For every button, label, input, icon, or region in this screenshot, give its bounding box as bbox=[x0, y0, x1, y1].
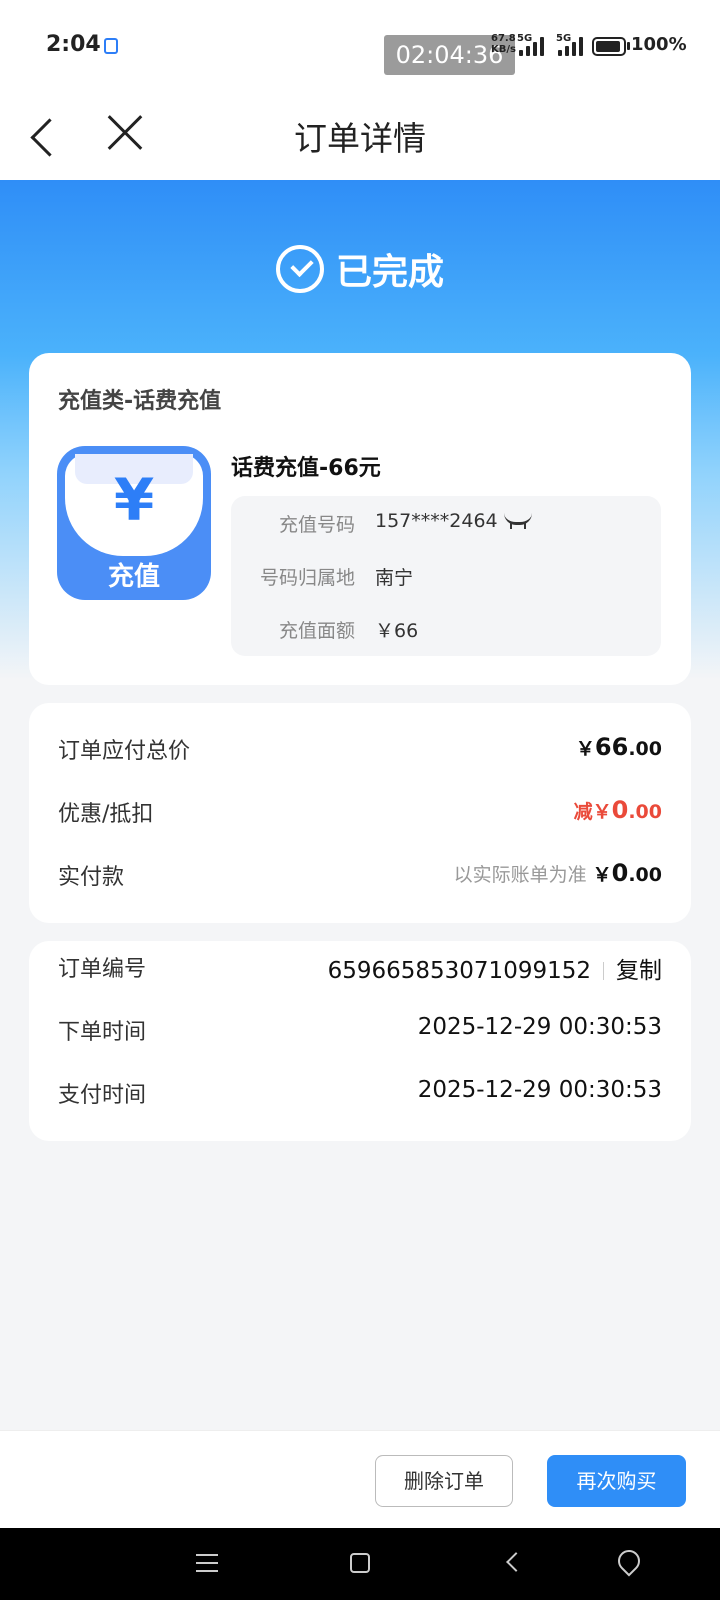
detail-label: 充值号码 bbox=[278, 514, 355, 536]
order-number-row: 订单编号 659665853071099152 复制 bbox=[58, 951, 662, 985]
detail-label: 充值面额 bbox=[278, 620, 355, 642]
assistant-icon[interactable] bbox=[613, 1545, 645, 1577]
product-name: 话费充值-66元 bbox=[231, 456, 381, 481]
discount-amount: 减￥0.00 bbox=[573, 796, 662, 824]
system-nav-bar bbox=[0, 1528, 720, 1600]
row-label: 下单时间 bbox=[58, 1020, 147, 1045]
page-title: 订单详情 bbox=[294, 119, 426, 158]
row-label: 订单编号 bbox=[58, 957, 147, 982]
product-category: 充值类-话费充值 bbox=[58, 389, 222, 414]
payment-card: 订单应付总价 ￥66.00 优惠/抵扣 减￥0.00 实付款 以实际账单为准 ￥0… bbox=[29, 703, 691, 923]
nav-bar: 订单详情 bbox=[0, 92, 720, 180]
order-time-row: 下单时间 2025-12-29 00:30:53 bbox=[58, 1014, 662, 1048]
billing-note: 以实际账单为准 bbox=[453, 864, 587, 886]
detail-row: 充值面额 ￥66 bbox=[231, 616, 661, 646]
recharge-amount: ￥66 bbox=[375, 620, 419, 642]
recharge-product-icon: ¥ 充值 bbox=[57, 446, 211, 600]
check-circle-icon bbox=[276, 245, 324, 293]
row-label: 订单应付总价 bbox=[58, 739, 191, 764]
battery-icon bbox=[592, 37, 626, 56]
battery-percent: 100% bbox=[631, 34, 687, 55]
order-status-text: 已完成 bbox=[336, 252, 445, 293]
signal-icon-1 bbox=[519, 36, 544, 56]
status-time: 2:04 bbox=[46, 32, 101, 57]
total-price-row: 订单应付总价 ￥66.00 bbox=[58, 733, 662, 767]
menu-icon[interactable] bbox=[196, 1554, 218, 1572]
home-icon[interactable] bbox=[350, 1553, 370, 1573]
detail-row: 号码归属地 南宁 bbox=[231, 563, 661, 593]
bottom-action-bar: 删除订单 再次购买 bbox=[0, 1430, 720, 1528]
eye-closed-icon[interactable] bbox=[503, 513, 532, 529]
pay-time: 2025-12-29 00:30:53 bbox=[417, 1077, 662, 1103]
battery-tip bbox=[627, 42, 630, 50]
row-label: 优惠/抵扣 bbox=[58, 802, 154, 827]
row-label: 实付款 bbox=[58, 865, 125, 890]
pay-time-row: 支付时间 2025-12-29 00:30:53 bbox=[58, 1077, 662, 1111]
detail-label: 号码归属地 bbox=[259, 567, 355, 589]
back-icon[interactable] bbox=[506, 1552, 526, 1572]
discount-row: 优惠/抵扣 减￥0.00 bbox=[58, 796, 662, 830]
actual-paid: 以实际账单为准 ￥0.00 bbox=[453, 859, 662, 887]
yen-icon: ¥ bbox=[113, 466, 155, 534]
network-speed: 67.8 KB/s bbox=[491, 33, 516, 55]
total-price: ￥66.00 bbox=[575, 733, 662, 761]
product-details: 充值号码 157****2464 号码归属地 南宁 充值面额 ￥66 bbox=[231, 496, 661, 656]
actual-paid-row: 实付款 以实际账单为准 ￥0.00 bbox=[58, 859, 662, 893]
detail-row: 充值号码 157****2464 bbox=[231, 510, 661, 540]
order-status: 已完成 bbox=[276, 243, 444, 295]
product-card: 充值类-话费充值 ¥ 充值 话费充值-66元 充值号码 157****2464 … bbox=[29, 353, 691, 685]
copy-button[interactable]: 复制 bbox=[616, 958, 662, 984]
status-bar: 2:04 02:04:36 67.8 KB/s 5G 5G 100% bbox=[0, 0, 720, 92]
signal-icon-2 bbox=[558, 36, 583, 56]
row-label: 支付时间 bbox=[58, 1083, 147, 1108]
order-number: 659665853071099152 复制 bbox=[327, 958, 662, 984]
order-time: 2025-12-29 00:30:53 bbox=[417, 1014, 662, 1040]
order-info-card: 订单编号 659665853071099152 复制 下单时间 2025-12-2… bbox=[29, 941, 691, 1141]
buy-again-button[interactable]: 再次购买 bbox=[547, 1455, 686, 1507]
app-notification-icon bbox=[104, 38, 118, 54]
product-icon-label: 充值 bbox=[107, 562, 160, 592]
delete-order-button[interactable]: 删除订单 bbox=[375, 1455, 513, 1507]
phone-number: 157****2464 bbox=[375, 510, 532, 532]
number-region: 南宁 bbox=[375, 567, 414, 589]
